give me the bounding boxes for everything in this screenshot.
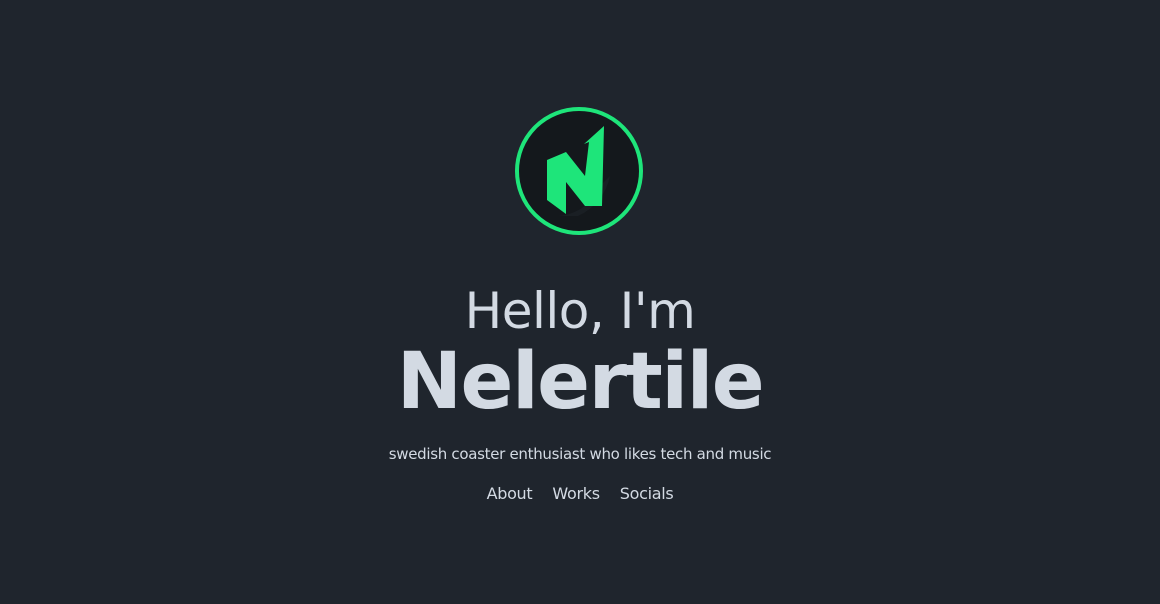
nav-link-about[interactable]: About — [487, 484, 533, 504]
home-page: Hello, I'm Nelertile swedish coaster ent… — [0, 0, 1160, 604]
nav-link-socials[interactable]: Socials — [620, 484, 674, 504]
greeting-text: Hello, I'm — [464, 282, 696, 340]
hero-name: Nelertile — [396, 337, 765, 427]
logo-icon — [515, 107, 643, 235]
main-nav: About Works Socials — [0, 484, 1160, 504]
tagline: swedish coaster enthusiast who likes tec… — [388, 445, 772, 463]
nav-link-works[interactable]: Works — [552, 484, 600, 504]
